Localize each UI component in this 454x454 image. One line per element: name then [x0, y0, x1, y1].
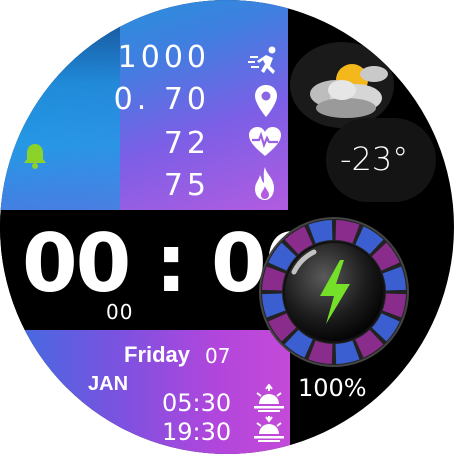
distance-value: 0. 70	[113, 82, 210, 117]
battery-percent: 100%	[298, 374, 367, 402]
calories-value: 75	[163, 168, 210, 203]
heart-rate-value: 72	[163, 126, 210, 161]
battery-gauge	[259, 217, 409, 367]
steps-value: 1000	[117, 40, 210, 75]
running-person-icon	[248, 46, 276, 74]
flame-icon	[255, 167, 274, 200]
month-name: JAN	[88, 373, 129, 395]
day-name: Friday	[124, 342, 191, 367]
day-number: 07	[205, 344, 231, 368]
watch-face: 1000 0. 70 72 75 -23° 00 : 00 00 100% Fr…	[0, 0, 454, 454]
location-pin-icon	[255, 85, 277, 117]
bell-icon	[24, 144, 46, 169]
temperature-value: -23°	[340, 140, 409, 178]
partly-cloudy-icon[interactable]	[296, 50, 392, 126]
sunrise-time: 05:30	[162, 389, 232, 417]
heart-pulse-icon	[249, 127, 281, 156]
sunset-icon	[254, 416, 284, 442]
sunset-time: 19:30	[162, 418, 232, 446]
seconds-display: 00	[106, 300, 134, 324]
sunrise-icon	[254, 384, 284, 412]
